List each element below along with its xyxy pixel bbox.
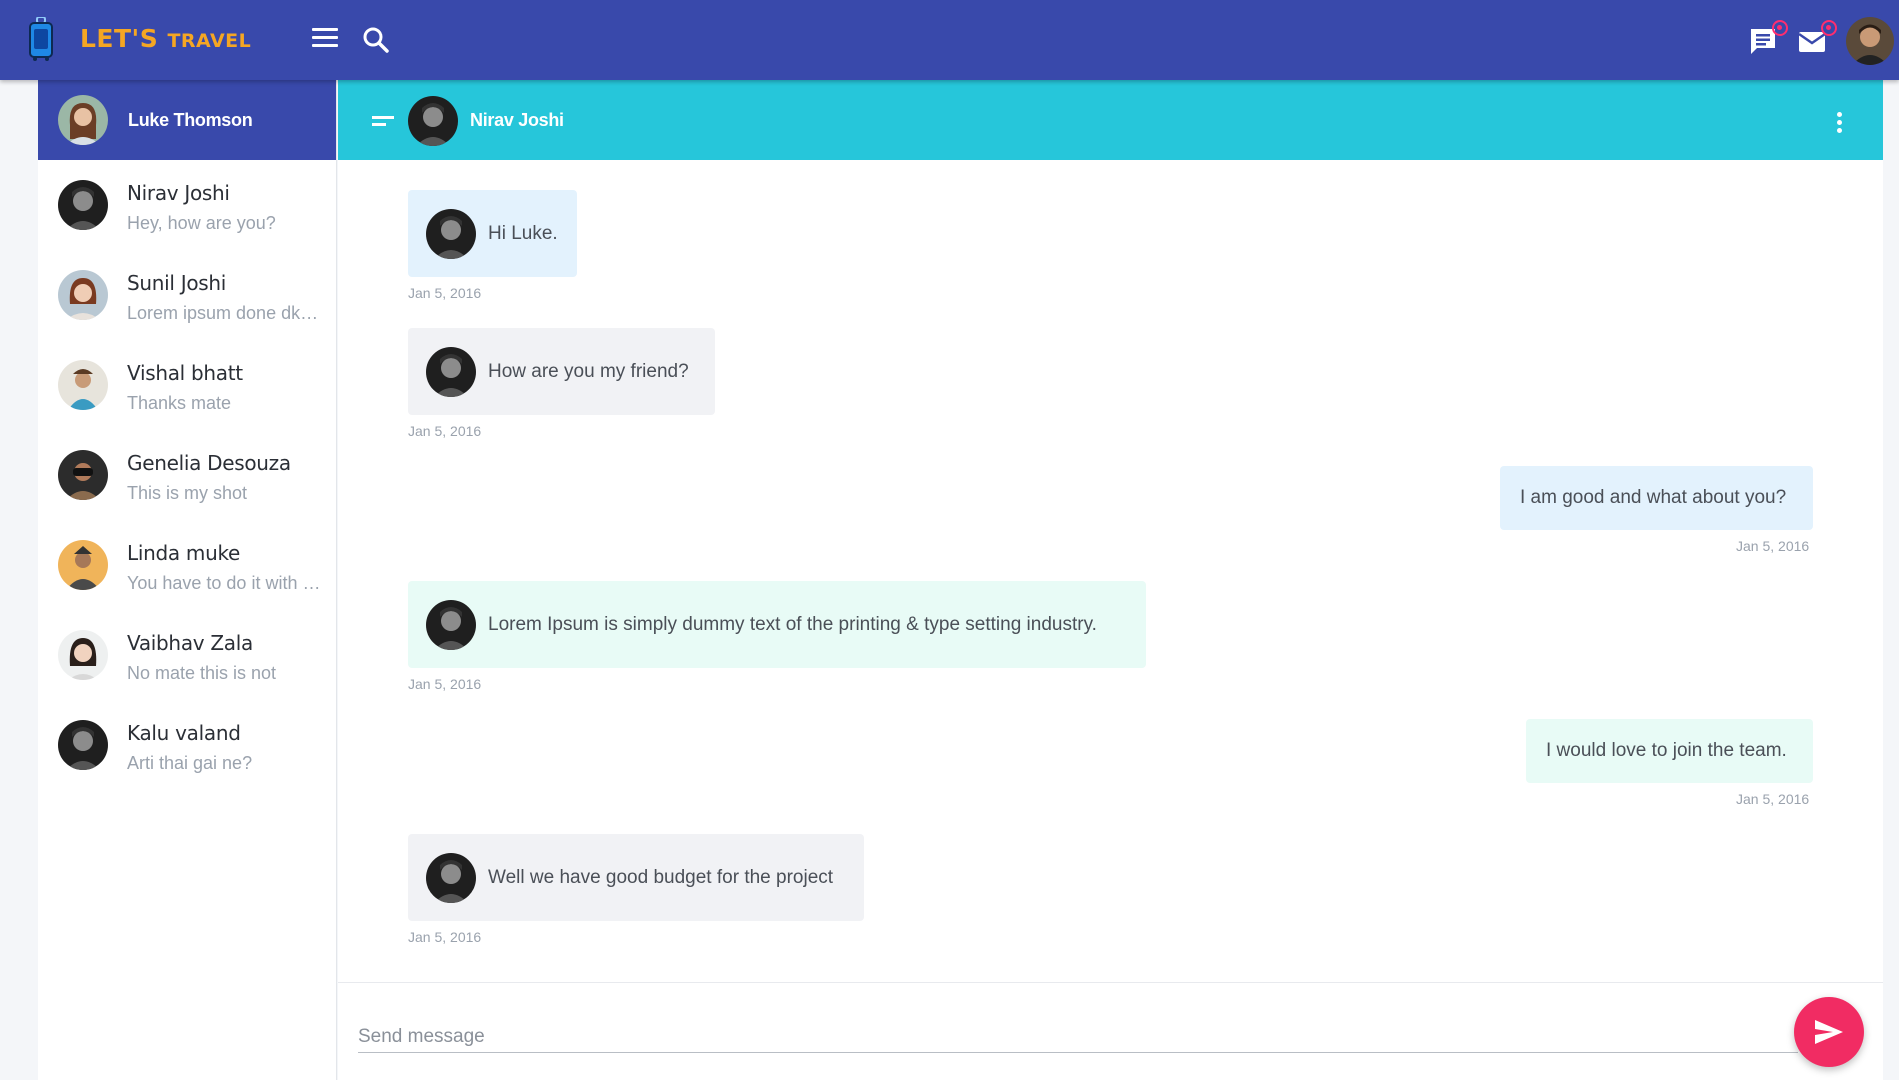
contact-item[interactable]: Genelia Desouza This is my shot bbox=[38, 440, 337, 530]
contact-name: Kalu valand bbox=[127, 721, 241, 745]
mail-notification-dot bbox=[1821, 20, 1837, 36]
chat-icon[interactable] bbox=[1748, 20, 1788, 58]
contact-name: Vaibhav Zala bbox=[127, 631, 253, 655]
message-composer bbox=[338, 982, 1883, 1080]
message-timestamp: Jan 5, 2016 bbox=[408, 423, 482, 439]
message-bubble: How are you my friend? bbox=[408, 328, 715, 415]
contact-last-message: Thanks mate bbox=[127, 393, 232, 413]
contact-name: Sunil Joshi bbox=[127, 271, 227, 295]
search-icon[interactable] bbox=[362, 26, 390, 54]
message-timestamp: Jan 5, 2016 bbox=[1736, 538, 1810, 554]
current-user-avatar[interactable] bbox=[58, 95, 108, 145]
contact-name: Nirav Joshi bbox=[127, 181, 230, 205]
current-user-header: Luke Thomson bbox=[38, 80, 336, 160]
contacts-panel: Luke Thomson Nirav Joshi Hey, how are yo… bbox=[38, 80, 337, 1080]
top-navbar: LET'S TRAVEL bbox=[0, 0, 1899, 80]
message-bubble: Well we have good budget for the project bbox=[408, 834, 864, 921]
menu-icon[interactable] bbox=[312, 28, 338, 50]
message-input[interactable] bbox=[358, 1021, 1798, 1053]
contact-last-message: Hey, how are you? bbox=[127, 213, 276, 233]
more-options-icon[interactable] bbox=[1834, 112, 1844, 134]
message-timestamp: Jan 5, 2016 bbox=[408, 676, 482, 692]
contact-avatar bbox=[58, 450, 108, 500]
chat-partner-name: Nirav Joshi bbox=[470, 110, 564, 130]
message-text: I would love to join the team. bbox=[1546, 740, 1787, 761]
send-icon bbox=[1815, 1020, 1843, 1044]
mail-icon[interactable] bbox=[1797, 20, 1837, 58]
contact-name: Linda muke bbox=[127, 541, 241, 565]
chat-header: Nirav Joshi bbox=[338, 80, 1883, 160]
message-bubble: Lorem Ipsum is simply dummy text of the … bbox=[408, 581, 1146, 668]
brand-main: LET'S bbox=[80, 24, 159, 53]
message-text: Well we have good budget for the project bbox=[488, 866, 834, 888]
message-bubble: I am good and what about you? bbox=[1500, 466, 1813, 530]
chat-partner-avatar[interactable] bbox=[408, 96, 458, 146]
message-text: Hi Luke. bbox=[488, 222, 558, 244]
message-avatar bbox=[426, 599, 476, 650]
chat-notification-dot bbox=[1772, 20, 1788, 36]
contact-avatar bbox=[58, 540, 108, 590]
chat-panel: Nirav Joshi Hi Luke. Jan 5, 2016 How are… bbox=[338, 80, 1883, 1080]
contact-item[interactable]: Vishal bhatt Thanks mate bbox=[38, 350, 337, 440]
brand-sub: TRAVEL bbox=[167, 30, 252, 52]
luggage-icon bbox=[28, 17, 54, 61]
contact-item[interactable]: Vaibhav Zala No mate this is not bbox=[38, 620, 337, 710]
message-avatar bbox=[426, 346, 476, 397]
brand-logo[interactable]: LET'S TRAVEL bbox=[80, 24, 251, 53]
contact-item[interactable]: Sunil Joshi Lorem ipsum done dkaskjsdjgj… bbox=[38, 260, 337, 350]
contact-avatar bbox=[58, 360, 108, 410]
contact-item[interactable]: Kalu valand Arti thai gai ne? bbox=[38, 710, 337, 800]
message-bubble: I would love to join the team. bbox=[1526, 719, 1813, 783]
message-avatar bbox=[426, 208, 476, 259]
contact-name: Vishal bhatt bbox=[127, 361, 243, 385]
message-text: I am good and what about you? bbox=[1520, 487, 1787, 508]
message-text: Lorem Ipsum is simply dummy text of the … bbox=[488, 613, 1097, 635]
message-timestamp: Jan 5, 2016 bbox=[408, 285, 482, 301]
contact-avatar bbox=[58, 180, 108, 230]
contact-avatar bbox=[58, 630, 108, 680]
contact-avatar bbox=[58, 270, 108, 320]
user-avatar[interactable] bbox=[1846, 17, 1894, 65]
contact-last-message: No mate this is not bbox=[127, 663, 277, 683]
contact-avatar bbox=[58, 720, 108, 770]
send-button[interactable] bbox=[1794, 997, 1864, 1067]
contact-item[interactable]: Nirav Joshi Hey, how are you? bbox=[38, 170, 337, 260]
contact-name: Genelia Desouza bbox=[127, 451, 291, 475]
message-timestamp: Jan 5, 2016 bbox=[408, 929, 482, 945]
message-text: How are you my friend? bbox=[488, 360, 689, 382]
message-timestamp: Jan 5, 2016 bbox=[1736, 791, 1810, 807]
contact-last-message: This is my shot bbox=[127, 483, 248, 503]
current-user-name: Luke Thomson bbox=[128, 109, 253, 130]
sidebar-toggle-icon[interactable] bbox=[372, 116, 394, 126]
message-avatar bbox=[426, 852, 476, 903]
message-bubble: Hi Luke. bbox=[408, 190, 577, 277]
contact-last-message: You have to do it with your hands bbox=[127, 573, 327, 593]
contact-last-message: Arti thai gai ne? bbox=[127, 753, 253, 773]
contact-last-message: Lorem ipsum done dkaskjsdjgjkdsfdsf bbox=[127, 303, 327, 323]
contact-item[interactable]: Linda muke You have to do it with your h… bbox=[38, 530, 337, 620]
